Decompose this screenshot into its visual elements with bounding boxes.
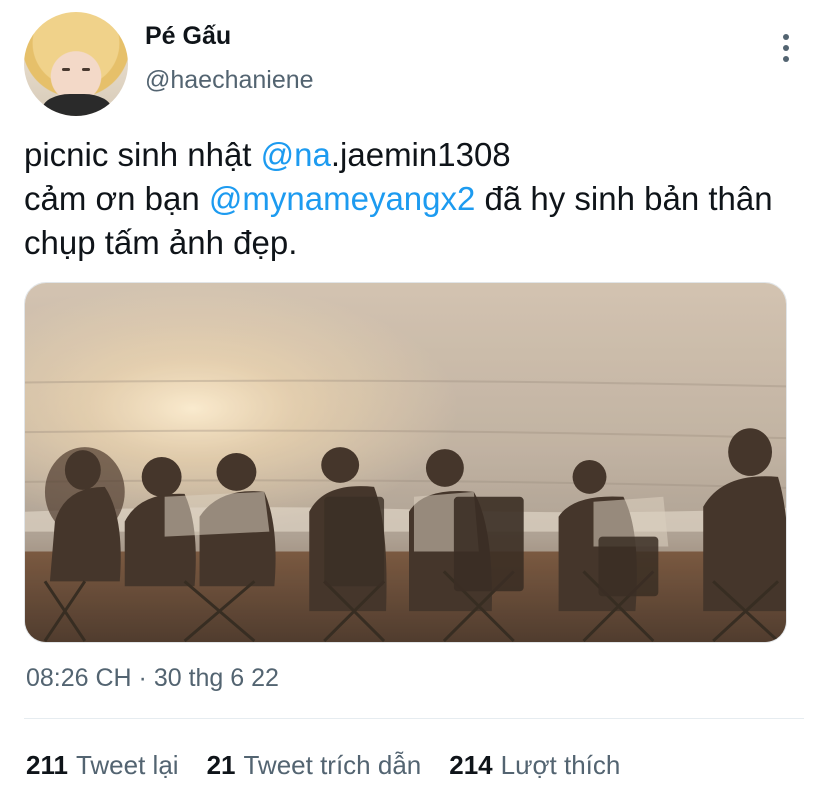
avatar-shirt — [42, 94, 112, 116]
like-label: Lượt thích — [500, 750, 621, 780]
mention-link[interactable]: @na — [261, 136, 331, 173]
tweet-text-segment: .jaemin1308 — [330, 136, 511, 173]
mention-link[interactable]: @mynameyangx2 — [209, 180, 475, 217]
retweets-stat[interactable]: 211 Tweet lại — [26, 750, 179, 781]
tweet-header: Pé Gấu @haechaniene — [24, 12, 804, 116]
avatar[interactable] — [24, 12, 128, 116]
quote-count: 21 — [206, 750, 236, 780]
tweet-line-1: picnic sinh nhật @na.jaemin1308 — [24, 133, 804, 177]
quote-tweets-stat[interactable]: 21 Tweet trích dẫn — [207, 750, 422, 781]
divider — [24, 718, 804, 719]
tweet-timestamp[interactable]: 08:26 CH · 30 thg 6 22 — [26, 664, 279, 693]
avatar-eye-right — [82, 68, 90, 71]
likes-stat[interactable]: 214 Lượt thích — [449, 750, 620, 781]
more-vertical-icon[interactable] — [774, 30, 798, 66]
tweet-stats: 211 Tweet lại 21 Tweet trích dẫn 214 Lượt t… — [26, 750, 648, 784]
tweet-photo[interactable] — [24, 282, 787, 643]
retweet-count: 211 — [26, 750, 68, 780]
quote-label: Tweet trích dẫn — [243, 750, 422, 780]
retweet-label: Tweet lại — [75, 750, 179, 780]
avatar-eye-left — [62, 68, 70, 71]
tweet-text: picnic sinh nhật @na.jaemin1308 cảm ơn b… — [24, 133, 804, 265]
tweet-text-segment: picnic sinh nhật — [24, 136, 261, 173]
display-name[interactable]: Pé Gấu — [145, 22, 231, 51]
user-handle[interactable]: @haechaniene — [145, 66, 314, 95]
tweet-text-segment: cảm ơn bạn — [24, 180, 209, 217]
tweet-line-2: cảm ơn bạn @mynameyangx2 đã hy sinh bản … — [24, 177, 804, 265]
beach-photo-image — [25, 283, 786, 642]
like-count: 214 — [449, 750, 493, 780]
